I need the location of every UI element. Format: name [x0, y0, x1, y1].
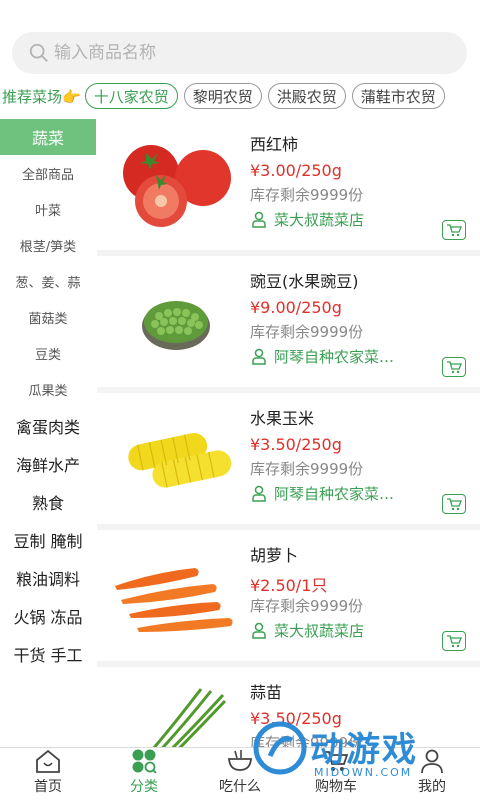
- tab-category-label: 分类: [130, 779, 158, 795]
- tab-cart[interactable]: 购物车: [288, 748, 384, 800]
- sidebar-item-beans[interactable]: 豆类: [0, 335, 96, 371]
- product-card[interactable]: 西红柿 ¥3.00/250g 库存剩余9999份 菜大叔蔬菜店: [97, 119, 480, 250]
- product-card[interactable]: 豌豆(水果豌豆) ¥9.00/250g 库存剩余9999份 阿琴自种农家菜…: [97, 256, 480, 387]
- market-pill-puxieshi[interactable]: 蒲鞋市农贸: [351, 83, 445, 109]
- sidebar-item-hotpot-frozen[interactable]: 火锅 冻品: [0, 597, 96, 635]
- product-stock: 库存剩余9999份: [250, 323, 364, 341]
- sidebar-item-poultry-meat[interactable]: 禽蛋肉类: [0, 407, 96, 445]
- shop-name: 菜大叔蔬菜店: [274, 211, 365, 229]
- tab-eat-label: 吃什么: [219, 779, 261, 795]
- market-pill-liming[interactable]: 黎明农贸: [183, 83, 262, 109]
- tab-eat[interactable]: 吃什么: [192, 748, 288, 800]
- add-to-cart-button[interactable]: [442, 494, 466, 514]
- cart-icon: [324, 751, 349, 771]
- bottom-tab-bar: 首页 分类 吃什么 购物车 我的: [0, 747, 480, 800]
- product-card[interactable]: 蒜苗 ¥3.50/250g 库存剩余9999份: [97, 667, 480, 747]
- shop-person-icon: [252, 485, 266, 502]
- sidebar-item-deli[interactable]: 熟食: [0, 483, 96, 521]
- market-pill-shibajia[interactable]: 十八家农贸: [84, 83, 178, 109]
- shop-person-icon: [252, 622, 266, 639]
- search-input[interactable]: [54, 43, 434, 63]
- home-icon: [36, 749, 60, 773]
- shop-name: 阿琴自种农家菜…: [274, 485, 395, 503]
- cart-icon: [447, 498, 462, 511]
- sidebar-item-dry-goods[interactable]: 干货 手工: [0, 635, 96, 673]
- sidebar-item-aromatics[interactable]: 葱、姜、蒜: [0, 263, 96, 299]
- peas-image: [142, 301, 210, 350]
- cart-icon: [447, 224, 462, 237]
- search-bar[interactable]: [12, 32, 467, 74]
- product-card[interactable]: 胡萝卜 ¥2.50/1只 库存剩余9999份 菜大叔蔬菜店: [97, 530, 480, 661]
- user-icon: [421, 749, 443, 774]
- search-icon: [29, 43, 48, 62]
- shop-name: 菜大叔蔬菜店: [274, 622, 365, 640]
- product-stock: 库存剩余9999份: [250, 597, 364, 615]
- sidebar-item-all[interactable]: 全部商品: [0, 155, 96, 191]
- add-to-cart-button[interactable]: [442, 631, 466, 651]
- markets-prefix: 推荐菜场👉: [2, 87, 81, 106]
- product-name: 胡萝卜: [250, 546, 299, 565]
- bowl-icon: [228, 750, 252, 771]
- product-name: 豌豆(水果豌豆): [250, 272, 359, 291]
- app-screen: 推荐菜场👉 十八家农贸 黎明农贸 洪殿农贸 蒲鞋市农贸 蔬菜 全部商品 叶菜 根…: [0, 0, 480, 800]
- product-price: ¥3.50/250g: [250, 709, 342, 728]
- category-sidebar: 蔬菜 全部商品 叶菜 根茎/笋类 葱、姜、蒜 菌菇类 豆类 瓜果类 禽蛋肉类 海…: [0, 119, 96, 747]
- shop-name: 阿琴自种农家菜…: [274, 348, 395, 366]
- product-price: ¥3.00/250g: [250, 161, 342, 180]
- shop-person-icon: [252, 211, 266, 228]
- product-list: 西红柿 ¥3.00/250g 库存剩余9999份 菜大叔蔬菜店 豌豆(水果豌豆)…: [97, 119, 480, 747]
- add-to-cart-button[interactable]: [442, 220, 466, 240]
- product-price: ¥9.00/250g: [250, 298, 342, 317]
- sidebar-item-tofu-pickled[interactable]: 豆制 腌制: [0, 521, 96, 559]
- product-price: ¥3.50/250g: [250, 435, 342, 454]
- recommended-markets: 推荐菜场👉 十八家农贸 黎明农贸 洪殿农贸 蒲鞋市农贸: [0, 82, 480, 110]
- product-name: 水果玉米: [250, 409, 315, 428]
- sidebar-item-roots[interactable]: 根茎/笋类: [0, 227, 96, 263]
- sidebar-item-leafy[interactable]: 叶菜: [0, 191, 96, 227]
- cart-icon: [447, 361, 462, 374]
- product-name: 西红柿: [250, 135, 299, 154]
- category-icon: [132, 749, 157, 774]
- sidebar-item-vegetables[interactable]: 蔬菜: [0, 119, 96, 155]
- garlic-sprout-image: [152, 688, 227, 747]
- product-name: 蒜苗: [250, 683, 283, 702]
- product-shop[interactable]: 菜大叔蔬菜店: [250, 620, 430, 641]
- product-shop[interactable]: 阿琴自种农家菜…: [250, 483, 430, 504]
- sidebar-item-grain-oil[interactable]: 粮油调料: [0, 559, 96, 597]
- tab-cart-label: 购物车: [315, 779, 357, 795]
- product-stock: 库存剩余9999份: [250, 186, 364, 204]
- tab-category[interactable]: 分类: [96, 748, 192, 800]
- cart-icon: [447, 635, 462, 648]
- product-shop[interactable]: 阿琴自种农家菜…: [250, 346, 430, 367]
- product-card[interactable]: 水果玉米 ¥3.50/250g 库存剩余9999份 阿琴自种农家菜…: [97, 393, 480, 524]
- product-price: ¥2.50/1只: [250, 576, 328, 595]
- market-pill-hongdian[interactable]: 洪殿农贸: [267, 83, 346, 109]
- tab-home-label: 首页: [34, 779, 62, 795]
- tomato-image: [123, 145, 231, 227]
- tab-mine-label: 我的: [418, 779, 446, 795]
- tab-mine[interactable]: 我的: [384, 748, 480, 800]
- shop-person-icon: [252, 348, 266, 365]
- sidebar-item-seafood[interactable]: 海鲜水产: [0, 445, 96, 483]
- sidebar-item-melons[interactable]: 瓜果类: [0, 371, 96, 407]
- tab-home[interactable]: 首页: [0, 748, 96, 800]
- product-stock: 库存剩余9999份: [250, 460, 364, 478]
- add-to-cart-button[interactable]: [442, 357, 466, 377]
- product-shop[interactable]: 菜大叔蔬菜店: [250, 209, 430, 230]
- sidebar-item-mushrooms[interactable]: 菌菇类: [0, 299, 96, 335]
- corn-image: [128, 432, 232, 488]
- carrot-image: [115, 568, 233, 632]
- product-stock: 库存剩余9999份: [250, 734, 364, 747]
